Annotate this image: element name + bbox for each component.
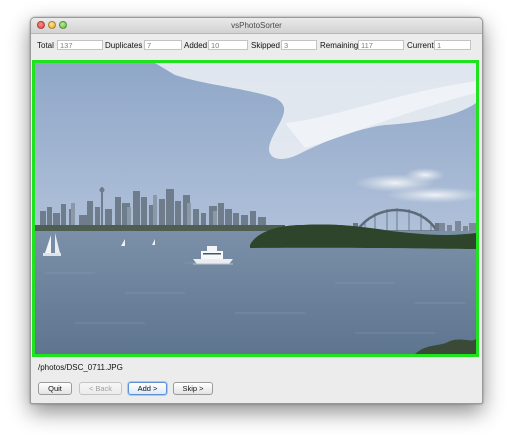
- back-button[interactable]: < Back: [79, 382, 122, 395]
- current-field: 1: [434, 40, 471, 50]
- app-window: vsPhotoSorter Total 137 Duplicates 7 Add…: [30, 17, 483, 404]
- duplicates-label: Duplicates: [105, 41, 143, 50]
- skipped-field: 3: [281, 40, 317, 50]
- added-field: 10: [208, 40, 248, 50]
- skipped-label: Skipped: [251, 41, 280, 50]
- total-field: 137: [57, 40, 103, 50]
- current-label: Current: [407, 41, 434, 50]
- photo-path-label: /photos/DSC_0711.JPG: [38, 363, 123, 372]
- window-title: vsPhotoSorter: [231, 21, 282, 30]
- add-button[interactable]: Add >: [128, 382, 167, 395]
- quit-button[interactable]: Quit: [38, 382, 72, 395]
- title-bar[interactable]: vsPhotoSorter: [31, 18, 482, 34]
- harbour-photo: [35, 63, 476, 354]
- remaining-field: 117: [358, 40, 404, 50]
- photo-preview: [32, 60, 479, 357]
- total-label: Total: [37, 41, 54, 50]
- skip-button[interactable]: Skip >: [173, 382, 213, 395]
- added-label: Added: [184, 41, 208, 50]
- duplicates-field: 7: [144, 40, 182, 50]
- remaining-label: Remaining: [320, 41, 359, 50]
